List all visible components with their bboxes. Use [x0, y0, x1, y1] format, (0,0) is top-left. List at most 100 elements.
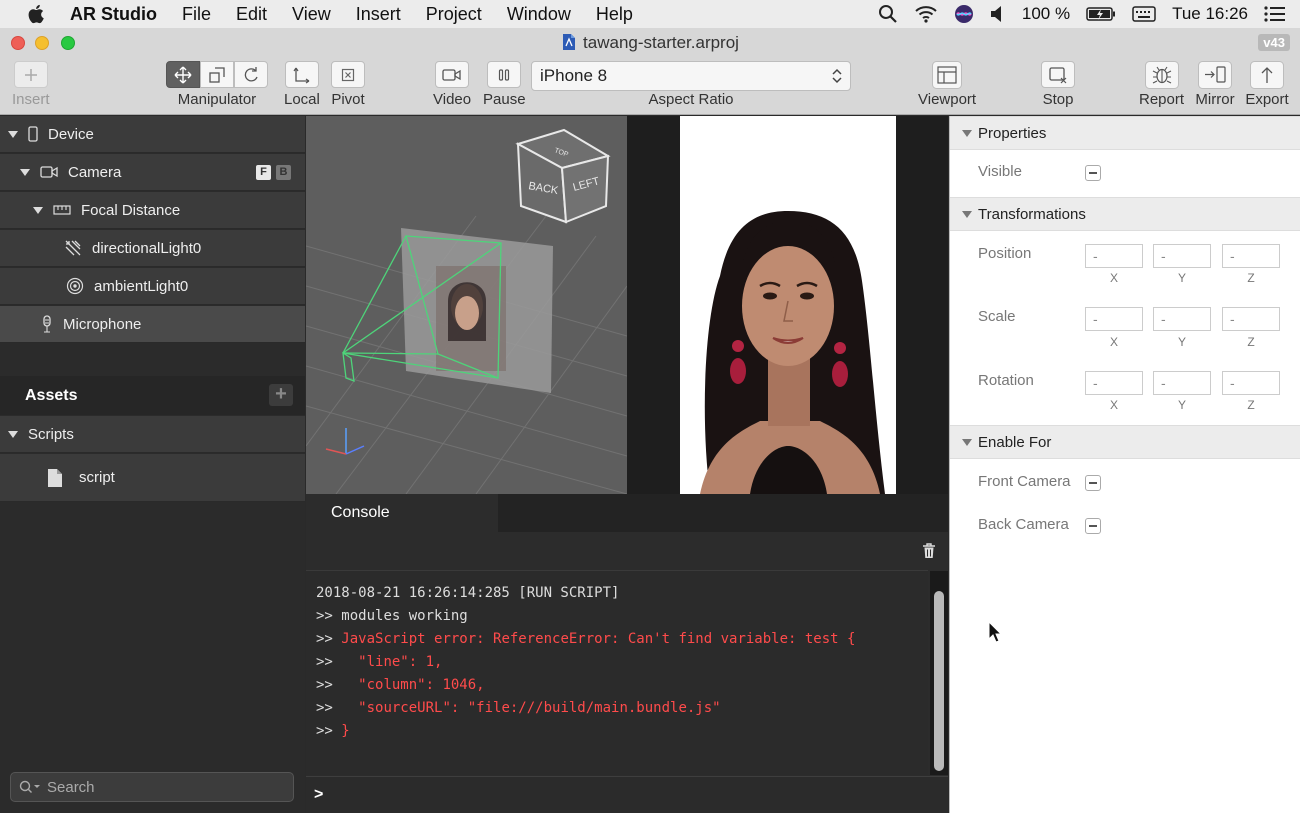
stop-button[interactable] [1041, 61, 1075, 88]
section-enable-for[interactable]: Enable For [950, 425, 1300, 459]
visible-checkbox[interactable] [1085, 165, 1101, 181]
device-preview[interactable] [627, 116, 948, 494]
back-camera-label: Back Camera [978, 516, 1069, 533]
stop-label: Stop [1042, 91, 1074, 108]
tree-item-camera[interactable]: Camera F B [0, 154, 305, 191]
local-button[interactable] [284, 61, 319, 88]
console-output[interactable]: 2018-08-21 16:26:14:285 [RUN SCRIPT] >> m… [306, 570, 928, 775]
position-y-field[interactable]: - [1153, 244, 1211, 268]
volume-icon[interactable] [990, 5, 1006, 23]
disclosure-triangle-icon[interactable] [33, 206, 43, 214]
menu-insert[interactable]: Insert [356, 4, 401, 25]
battery-icon[interactable] [1086, 6, 1116, 22]
view-cube[interactable]: BACK LEFT TOP [515, 128, 611, 224]
stop-device-icon [1049, 66, 1067, 83]
mouse-cursor-icon [988, 621, 1002, 643]
rotation-y-field[interactable]: - [1153, 371, 1211, 395]
rotate-tool-button[interactable] [234, 61, 268, 88]
section-title: Enable For [978, 433, 1052, 451]
menu-edit[interactable]: Edit [236, 4, 267, 25]
export-label: Export [1245, 91, 1289, 108]
add-asset-button[interactable]: + [269, 384, 293, 406]
move-tool-button[interactable] [166, 61, 200, 88]
export-button[interactable] [1245, 60, 1289, 89]
axis-z-label: Z [1247, 335, 1255, 349]
position-z-field[interactable]: - [1222, 244, 1280, 268]
spotlight-icon[interactable] [878, 4, 898, 24]
video-camera-icon [442, 68, 461, 81]
tab-console[interactable]: Console [306, 494, 498, 532]
position-x-field[interactable]: - [1085, 244, 1143, 268]
trash-icon [923, 543, 935, 558]
viewport-layout-icon [932, 60, 963, 89]
tree-item-ambient-light[interactable]: ambientLight0 [0, 268, 305, 305]
rotation-z-field[interactable]: - [1222, 371, 1280, 395]
device-select[interactable]: iPhone 8 [531, 61, 851, 91]
pivot-button[interactable] [331, 61, 365, 88]
console-line: >> "line": 1, [316, 654, 443, 670]
scale-y-field[interactable]: - [1153, 307, 1211, 331]
tree-item-label: Microphone [63, 315, 142, 333]
device-select-value: iPhone 8 [540, 66, 608, 85]
console-line: >> } [316, 723, 350, 739]
menu-project[interactable]: Project [426, 4, 482, 25]
axis-x-label: X [1109, 335, 1118, 349]
menu-view[interactable]: View [292, 4, 331, 25]
insert-button[interactable] [13, 61, 48, 88]
app-menu[interactable]: AR Studio [70, 4, 157, 25]
disclosure-triangle-icon[interactable] [962, 439, 972, 446]
disclosure-triangle-icon[interactable] [8, 430, 18, 438]
disclosure-triangle-icon[interactable] [8, 130, 18, 138]
tree-item-microphone[interactable]: Microphone [0, 306, 305, 343]
scale-tool-button[interactable] [200, 61, 234, 88]
tree-item-device[interactable]: Device [0, 116, 305, 153]
asset-item-script[interactable]: script [0, 454, 305, 502]
scene-3d-view[interactable]: BACK LEFT TOP [305, 116, 628, 495]
disclosure-triangle-icon[interactable] [962, 211, 972, 218]
front-camera-checkbox[interactable] [1085, 475, 1101, 491]
console-line: >> "column": 1046, [316, 677, 485, 693]
mirror-button[interactable] [1195, 60, 1235, 89]
clock[interactable]: Tue 16:26 [1172, 4, 1248, 24]
back-camera-checkbox[interactable] [1085, 518, 1101, 534]
video-button[interactable] [435, 61, 470, 88]
wifi-icon[interactable] [914, 4, 938, 24]
rotation-x-field[interactable]: - [1085, 371, 1143, 395]
mirror-device-icon [1198, 60, 1232, 89]
move-arrows-icon [174, 66, 192, 83]
search-input[interactable]: Search [10, 772, 294, 802]
viewport-button[interactable] [918, 60, 976, 89]
keyboard-icon[interactable] [1132, 5, 1156, 23]
console-line: 2018-08-21 16:26:14:285 [RUN SCRIPT] [316, 585, 620, 601]
insert-group: Insert [12, 61, 50, 108]
disclosure-triangle-icon[interactable] [962, 130, 972, 137]
siri-icon[interactable] [954, 4, 974, 24]
apple-icon[interactable] [26, 3, 48, 25]
scale-z-field[interactable]: - [1222, 307, 1280, 331]
menu-help[interactable]: Help [596, 4, 633, 25]
clear-console-button[interactable] [922, 543, 936, 564]
scrollbar-thumb[interactable] [934, 591, 944, 771]
report-label: Report [1139, 91, 1185, 108]
menu-window[interactable]: Window [507, 4, 571, 25]
menu-file[interactable]: File [182, 4, 211, 25]
tree-item-directional-light[interactable]: directionalLight0 [0, 230, 305, 267]
axis-z-label: Z [1247, 271, 1255, 285]
insert-label: Insert [12, 91, 50, 108]
console-scrollbar[interactable] [930, 571, 948, 775]
section-properties[interactable]: Properties [950, 116, 1300, 150]
console-input[interactable]: > [306, 776, 948, 813]
viewport[interactable]: BACK LEFT TOP [305, 116, 948, 495]
tree-item-focal-distance[interactable]: Focal Distance [0, 192, 305, 229]
back-camera-badge[interactable]: B [276, 164, 291, 180]
front-camera-badge[interactable]: F [256, 164, 271, 180]
tree-item-label: Device [48, 125, 94, 143]
console-line: >> "sourceURL": "file:///build/main.bund… [316, 700, 721, 716]
assets-folder-scripts[interactable]: Scripts [0, 416, 305, 453]
disclosure-triangle-icon[interactable] [20, 168, 30, 176]
notification-center-icon[interactable] [1264, 5, 1286, 23]
scale-x-field[interactable]: - [1085, 307, 1143, 331]
pause-button[interactable] [487, 61, 522, 88]
report-button[interactable] [1140, 60, 1184, 89]
section-transformations[interactable]: Transformations [950, 197, 1300, 231]
